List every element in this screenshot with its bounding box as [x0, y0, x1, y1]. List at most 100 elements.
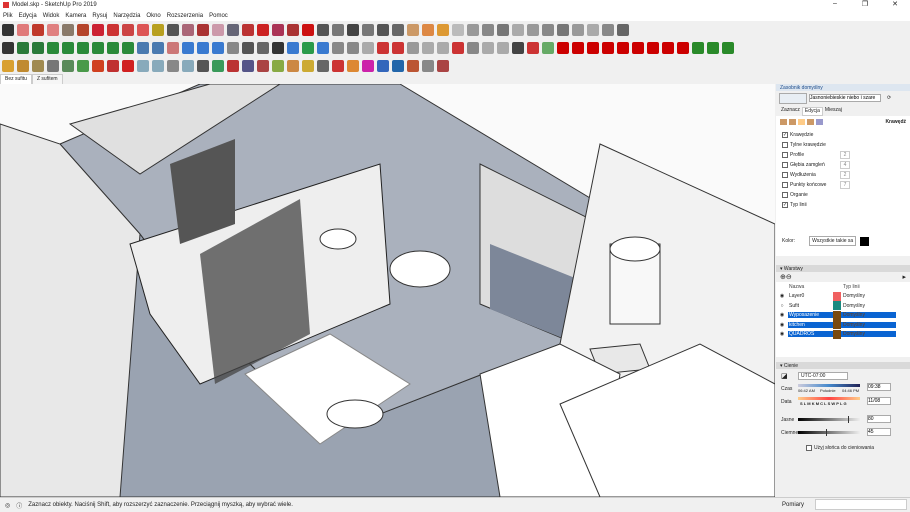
layer-row[interactable]: ○ Sufit Domyślny	[776, 301, 910, 311]
toolbar-tool-icon[interactable]	[32, 41, 44, 54]
toolbar-tool-icon[interactable]	[332, 23, 344, 36]
toolbar-tool-icon[interactable]	[17, 59, 29, 72]
toolbar-tool-icon[interactable]	[122, 23, 134, 36]
light-slider[interactable]	[798, 416, 860, 423]
toolbar-tool-icon[interactable]	[242, 41, 254, 54]
toolbar-tool-icon[interactable]	[92, 59, 104, 72]
layer-row[interactable]: ◉ kitchen Domyślny	[776, 320, 910, 330]
layer-color-swatch[interactable]	[833, 301, 841, 311]
toolbar-tool-icon[interactable]	[527, 23, 539, 36]
close-button[interactable]: ✕	[880, 0, 910, 8]
menu-plik[interactable]: Plik	[3, 13, 13, 19]
toolbar-tool-icon[interactable]	[587, 23, 599, 36]
option-value[interactable]: 2	[840, 151, 850, 159]
layer-color-swatch[interactable]	[833, 291, 841, 301]
toolbar-tool-icon[interactable]	[452, 41, 464, 54]
toolbar-tool-icon[interactable]	[287, 41, 299, 54]
toolbar-tool-icon[interactable]	[467, 41, 479, 54]
layer-linetype[interactable]: Domyślny	[841, 331, 896, 338]
background-settings-icon[interactable]	[798, 119, 805, 125]
toolbar-tool-icon[interactable]	[122, 59, 134, 72]
toolbar-tool-icon[interactable]	[137, 41, 149, 54]
toolbar-tool-icon[interactable]	[482, 23, 494, 36]
toolbar-tool-icon[interactable]	[62, 59, 74, 72]
column-linetype[interactable]: Typ linii	[841, 284, 896, 290]
option-checkbox[interactable]: ✓	[782, 202, 788, 208]
eye-hidden-icon[interactable]: ○	[776, 303, 788, 309]
menu-pomoc[interactable]: Pomoc	[209, 13, 228, 19]
toolbar-tool-icon[interactable]	[497, 23, 509, 36]
toolbar-tool-icon[interactable]	[287, 59, 299, 72]
toolbar-tool-icon[interactable]	[692, 41, 704, 54]
toolbar-tool-icon[interactable]	[287, 23, 299, 36]
eye-icon[interactable]: ◉	[776, 293, 788, 299]
toolbar-tool-icon[interactable]	[272, 23, 284, 36]
layer-color-swatch[interactable]	[833, 320, 841, 330]
toolbar-tool-icon[interactable]	[47, 41, 59, 54]
option-value[interactable]: 4	[840, 161, 850, 169]
toolbar-tool-icon[interactable]	[257, 41, 269, 54]
dark-slider[interactable]	[798, 429, 860, 436]
edge-color-swatch[interactable]	[860, 236, 870, 246]
option-checkbox[interactable]	[782, 152, 788, 158]
menu-edycja[interactable]: Edycja	[19, 13, 37, 19]
toolbar-tool-icon[interactable]	[557, 41, 569, 54]
toolbar-tool-icon[interactable]	[302, 59, 314, 72]
layer-row[interactable]: ◉ Wyposazenie Domyślny	[776, 310, 910, 321]
toolbar-tool-icon[interactable]	[182, 59, 194, 72]
toolbar-tool-icon[interactable]	[227, 23, 239, 36]
toolbar-tool-icon[interactable]	[182, 41, 194, 54]
date-field[interactable]	[867, 397, 891, 405]
eye-icon[interactable]: ◉	[776, 331, 788, 337]
toolbar-tool-icon[interactable]	[242, 23, 254, 36]
layer-linetype[interactable]: Domyślny	[841, 312, 896, 319]
shadow-toggle-icon[interactable]: ◪	[781, 372, 788, 380]
toolbar-tool-icon[interactable]	[347, 41, 359, 54]
toolbar-tool-icon[interactable]	[167, 41, 179, 54]
toolbar-tool-icon[interactable]	[2, 59, 14, 72]
option-checkbox[interactable]	[782, 182, 788, 188]
toolbar-tool-icon[interactable]	[17, 41, 29, 54]
layer-linetype[interactable]: Domyślny	[841, 293, 896, 299]
toolbar-tool-icon[interactable]	[572, 23, 584, 36]
toolbar-tool-icon[interactable]	[422, 41, 434, 54]
toolbar-tool-icon[interactable]	[332, 41, 344, 54]
menu-narzedzia[interactable]: Narzędzia	[113, 13, 140, 19]
layer-name[interactable]: QUADROS	[788, 331, 833, 338]
toolbar-tool-icon[interactable]	[107, 23, 119, 36]
tab-edycja[interactable]: Edycja	[801, 107, 823, 116]
menu-rozszerzenia[interactable]: Rozszerzenia	[167, 13, 203, 19]
toolbar-tool-icon[interactable]	[377, 59, 389, 72]
toolbar-tool-icon[interactable]	[542, 23, 554, 36]
option-checkbox[interactable]: ✓	[782, 132, 788, 138]
toolbar-tool-icon[interactable]	[122, 41, 134, 54]
layer-name[interactable]: Layer0	[788, 293, 833, 299]
toolbar-tool-icon[interactable]	[212, 59, 224, 72]
menu-kamera[interactable]: Kamera	[65, 13, 86, 19]
toolbar-tool-icon[interactable]	[17, 23, 29, 36]
3d-viewport[interactable]	[0, 84, 775, 497]
maximize-button[interactable]: ❐	[850, 0, 880, 8]
toolbar-tool-icon[interactable]	[662, 41, 674, 54]
toolbar-tool-icon[interactable]	[152, 41, 164, 54]
toolbar-tool-icon[interactable]	[62, 23, 74, 36]
toolbar-tool-icon[interactable]	[227, 59, 239, 72]
date-slider[interactable]	[798, 397, 860, 400]
column-name[interactable]: Nazwa	[788, 284, 833, 290]
menu-okno[interactable]: Okno	[146, 13, 160, 19]
menu-rysuj[interactable]: Rysuj	[92, 13, 107, 19]
toolbar-tool-icon[interactable]	[92, 41, 104, 54]
dark-field[interactable]	[867, 428, 891, 436]
toolbar-tool-icon[interactable]	[407, 23, 419, 36]
toolbar-tool-icon[interactable]	[422, 59, 434, 72]
option-value[interactable]: 7	[840, 181, 850, 189]
layer-details-icon[interactable]: ▸	[902, 273, 906, 281]
color-mode-select[interactable]: Wszystkie takie sa	[809, 236, 857, 246]
toolbar-tool-icon[interactable]	[512, 23, 524, 36]
tab-mieszaj[interactable]: Mieszaj	[823, 107, 844, 116]
toolbar-tool-icon[interactable]	[317, 59, 329, 72]
toolbar-tool-icon[interactable]	[332, 59, 344, 72]
toolbar-tool-icon[interactable]	[677, 41, 689, 54]
time-slider[interactable]	[798, 384, 860, 387]
toolbar-tool-icon[interactable]	[362, 23, 374, 36]
